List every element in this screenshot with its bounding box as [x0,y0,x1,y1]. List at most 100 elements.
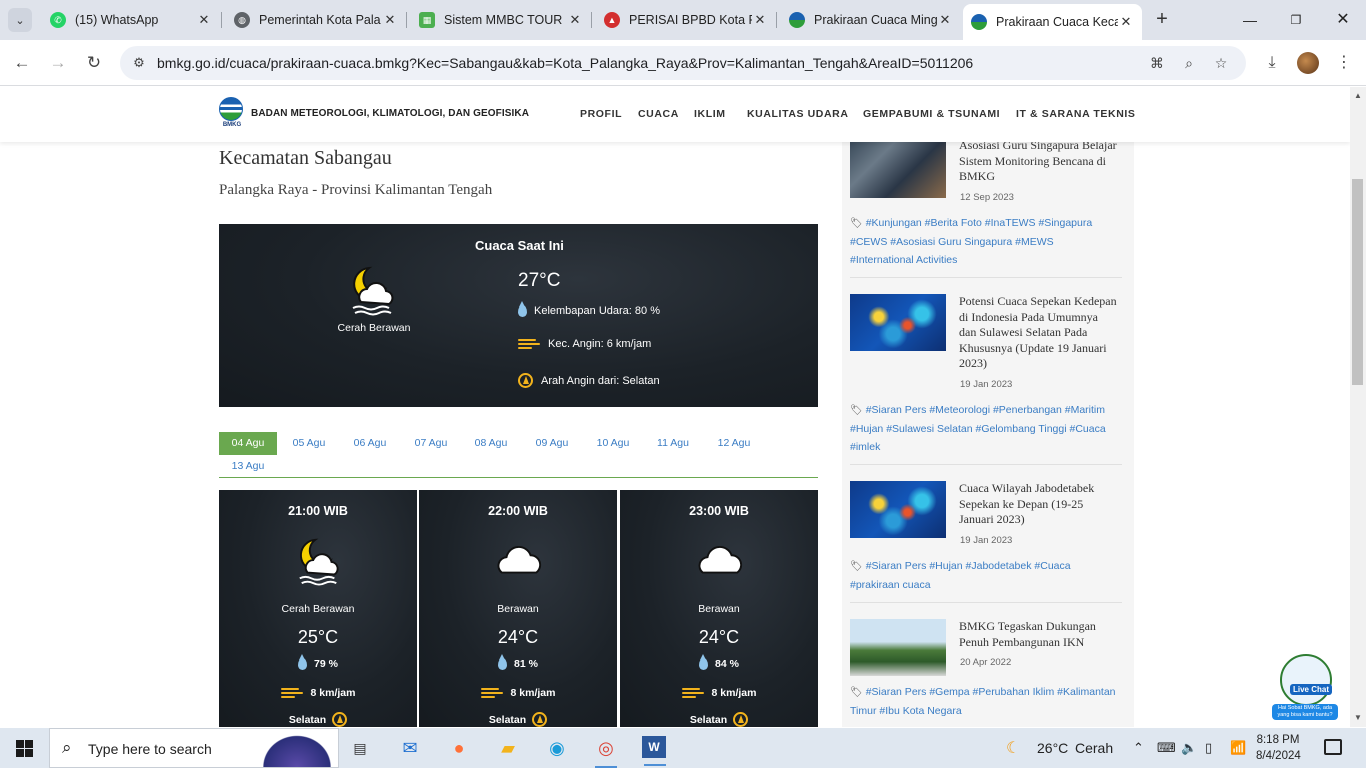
hour-time: 22:00 WIB [488,504,548,518]
hour-wind-direction: Selatan [620,712,818,727]
volume-icon[interactable]: 🔈 [1181,740,1197,756]
search-highlight-image [258,731,336,767]
reload-button[interactable]: ↻ [83,52,105,74]
tab-prakiraan-mingguan[interactable]: Prakiraan Cuaca Ming ✕ [781,6,961,34]
firefox-icon[interactable]: ● [446,736,472,760]
close-tab-icon[interactable]: ✕ [567,12,583,28]
download-icon[interactable]: ⤓ [1261,52,1283,74]
restore-button[interactable]: ❐ [1286,10,1306,30]
taskbar-search[interactable]: ⌕ Type here to search [49,728,339,768]
wifi-icon[interactable]: 📶 [1230,740,1246,756]
news-thumbnail[interactable] [850,294,946,351]
news-title[interactable]: Potensi Cuaca Sepekan Kedepan di Indones… [959,294,1117,372]
tab-separator [221,12,222,28]
wind-direction-icon [518,373,533,388]
day-tab-08[interactable]: 08 Agu [461,432,521,455]
close-window-button[interactable]: ✕ [1333,10,1353,30]
day-tab-04[interactable]: 04 Agu [219,432,277,455]
search-icon: ⌕ [62,738,72,757]
zoom-icon[interactable]: ⌕ [1180,54,1198,72]
nav-it-sarana[interactable]: IT & SARANA TEKNIS [1016,108,1136,120]
day-tab-13[interactable]: 13 Agu [219,455,277,478]
notification-icon[interactable] [1324,739,1342,755]
page-scrollbar[interactable]: ▲ ▼ [1350,87,1366,727]
scrollbar-thumb[interactable] [1352,179,1363,385]
weather-tray-icon[interactable]: ☾ [1006,738,1020,758]
news-date: 20 Apr 2022 [960,657,1012,668]
nav-iklim[interactable]: IKLIM [694,108,726,120]
news-tags: 🏷 #Siaran Pers #Gempa #Perubahan Iklim #K… [850,686,1116,717]
news-title[interactable]: Cuaca Wilayah Jabodetabek Sepekan ke Dep… [959,481,1117,528]
bookmark-star-icon[interactable]: ☆ [1212,54,1230,72]
site-info-icon[interactable]: ⚙ [131,55,147,71]
new-tab-button[interactable]: + [1152,9,1172,30]
nav-kualitas-udara[interactable]: KUALITAS UDARA [747,108,849,120]
nav-cuaca[interactable]: CUACA [638,108,679,120]
show-hidden-icons[interactable]: ⌃ [1133,740,1144,756]
day-tab-10[interactable]: 10 Agu [583,432,643,455]
nav-profil[interactable]: PROFIL [580,108,622,120]
file-explorer-icon[interactable]: ▰ [495,736,521,760]
current-temperature: 27°C [518,270,561,291]
menu-kebab-icon[interactable]: ⋮ [1333,52,1355,74]
day-tab-06[interactable]: 06 Agu [340,432,400,455]
translate-icon[interactable]: ⌘ [1148,54,1166,72]
day-tab-11[interactable]: 11 Agu [643,432,703,455]
language-icon[interactable]: ⌨ [1157,740,1176,756]
close-tab-icon[interactable]: ✕ [196,12,212,28]
cloud-icon [698,546,743,574]
taskbar-clock[interactable]: 8:18 PM 8/4/2024 [1256,732,1301,764]
day-tab-12[interactable]: 12 Agu [704,432,764,455]
current-wind: Kec. Angin: 6 km/jam [518,338,651,350]
tab-whatsapp[interactable]: ✆ (15) WhatsApp ✕ [42,6,220,34]
news-thumbnail[interactable] [850,481,946,538]
live-chat-mascot-icon[interactable] [1280,654,1332,706]
wind-icon [518,338,540,350]
scroll-down-icon[interactable]: ▼ [1354,713,1362,722]
chrome-icon[interactable]: ◎ [593,736,619,768]
tray-temperature[interactable]: 26°C [1037,740,1068,756]
news-title[interactable]: BMKG Tegaskan Dukungan Penuh Pembangunan… [959,619,1117,650]
close-tab-icon[interactable]: ✕ [937,12,953,28]
scroll-up-icon[interactable]: ▲ [1354,91,1362,100]
forward-button[interactable]: → [47,52,69,74]
day-tabs-underline [219,477,818,478]
nav-gempabumi[interactable]: GEMPABUMI & TSUNAMI [863,108,1000,120]
day-tab-09[interactable]: 09 Agu [522,432,582,455]
battery-icon[interactable]: ▯ [1205,740,1212,756]
bmkg-logo[interactable]: BMKG [219,97,245,131]
address-bar[interactable]: ⚙ bmkg.go.id/cuaca/prakiraan-cuaca.bmkg?… [120,46,1246,80]
profile-avatar[interactable] [1297,52,1319,74]
windows-start-icon[interactable] [16,740,33,757]
live-chat-bubble[interactable]: Hai Sobat BMKG, ada yang bisa kami bantu… [1272,704,1338,720]
tab-pemerintah[interactable]: ◍ Pemerintah Kota Pala ✕ [226,6,406,34]
news-thumbnail[interactable] [850,141,946,198]
mail-icon[interactable]: ✉ [397,736,423,760]
day-tab-07[interactable]: 07 Agu [401,432,461,455]
news-thumbnail[interactable] [850,619,946,676]
tab-mmbc[interactable]: ▦ Sistem MMBC TOUR ✕ [411,6,591,34]
close-tab-icon[interactable]: ✕ [752,12,768,28]
bmkg-icon [789,12,805,28]
news-title[interactable]: Asosiasi Guru Singapura Belajar Sistem M… [959,138,1117,185]
news-divider [850,602,1122,603]
hour-wind-direction: Selatan [419,712,617,727]
hour-time: 23:00 WIB [689,504,749,518]
tag-icon: 🏷 [850,218,863,229]
task-view-icon[interactable]: ▤ [347,736,373,760]
brand-name[interactable]: BADAN METEOROLOGI, KLIMATOLOGI, DAN GEOF… [251,108,529,119]
url-text[interactable]: bmkg.go.id/cuaca/prakiraan-cuaca.bmkg?Ke… [157,55,973,71]
minimize-button[interactable]: — [1240,10,1260,30]
tab-prakiraan-kecamatan[interactable]: Prakiraan Cuaca Keca ✕ [963,4,1142,40]
back-button[interactable]: ← [11,52,33,74]
word-icon[interactable]: W [642,736,666,766]
tab-perisai[interactable]: ▲ PERISAI BPBD Kota P ✕ [596,6,776,34]
close-tab-icon[interactable]: ✕ [382,12,398,28]
hourly-card: 22:00 WIB Berawan 24°C 81 % 8 km/jam Sel… [419,490,617,727]
edge-icon[interactable]: ◉ [544,736,570,760]
tray-weather-text[interactable]: Cerah [1075,740,1113,756]
live-chat-widget[interactable]: Live Chat Hai Sobat BMKG, ada yang bisa … [1272,654,1340,722]
day-tab-05[interactable]: 05 Agu [279,432,339,455]
tab-search-button[interactable]: ⌄ [8,8,32,32]
close-tab-icon[interactable]: ✕ [1118,14,1134,30]
